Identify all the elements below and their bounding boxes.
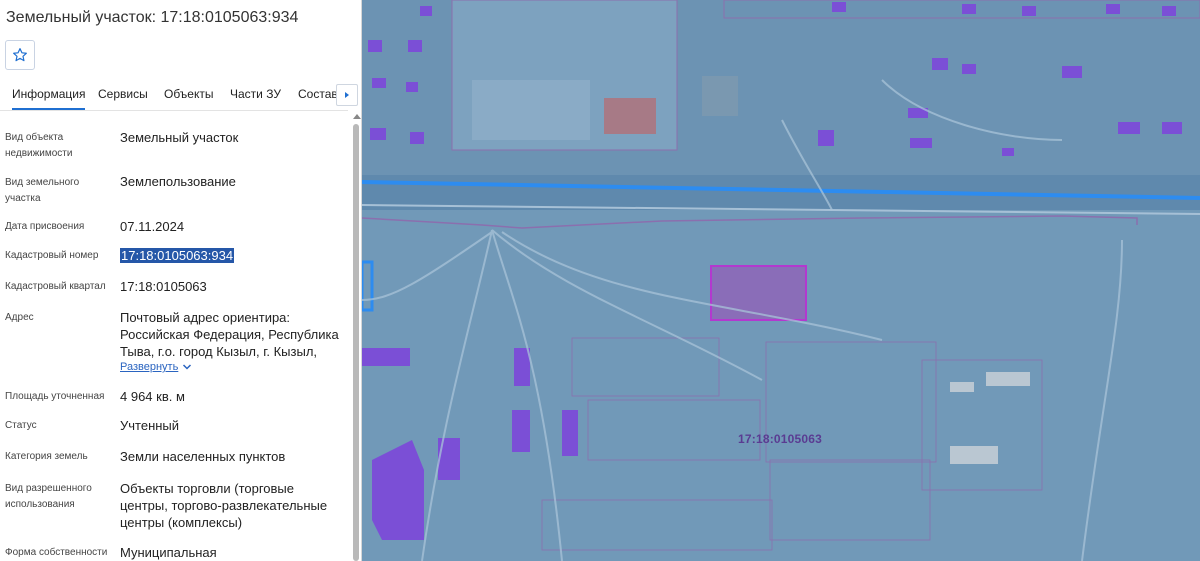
- label-land-category: Категория земель: [5, 451, 88, 462]
- tab-services[interactable]: Сервисы: [98, 87, 148, 101]
- value-cadastral-quarter[interactable]: 17:18:0105063: [120, 278, 345, 295]
- label-object-type: Вид объекта недвижимости: [5, 132, 73, 159]
- tab-information[interactable]: Информация: [12, 87, 86, 110]
- label-land-type: Вид земельного участка: [5, 177, 80, 204]
- label-cadastral-quarter: Кадастровый квартал: [5, 281, 106, 292]
- tab-parts[interactable]: Части ЗУ: [230, 87, 281, 101]
- expand-address-link[interactable]: Развернуть: [120, 361, 178, 373]
- map-canvas[interactable]: [362, 0, 1200, 561]
- label-permitted-use: Вид разрешенного использования: [5, 483, 92, 510]
- label-status: Статус: [5, 420, 37, 431]
- tab-bar: Информация Сервисы Объекты Части ЗУ Сост…: [0, 78, 348, 111]
- label-assign-date: Дата присвоения: [5, 221, 85, 232]
- label-address: Адрес: [5, 312, 34, 323]
- selected-land-plot: [710, 265, 807, 321]
- value-permitted-use: Объекты торговли (торговые центры, торго…: [120, 481, 328, 530]
- label-ownership: Форма собственности: [5, 547, 108, 558]
- chevron-right-icon: [345, 92, 349, 98]
- info-panel: Земельный участок: 17:18:0105063:934 Инф…: [0, 0, 362, 561]
- cadastral-number-selection[interactable]: 17:18:0105063:934: [120, 248, 235, 263]
- value-ownership: Муниципальная: [120, 545, 217, 560]
- label-cadastral-number: Кадастровый номер: [5, 250, 99, 261]
- compound-yard: [472, 80, 590, 140]
- page-title: Земельный участок: 17:18:0105063:934: [6, 9, 299, 26]
- star-icon: [13, 48, 27, 62]
- value-land-category: Земли населенных пунктов: [120, 449, 286, 464]
- value-land-type: Землепользование: [120, 174, 236, 189]
- warehouse-building: [950, 382, 974, 392]
- scrollbar-thumb[interactable]: [353, 124, 359, 561]
- value-area: 4 964 кв. м: [120, 389, 185, 404]
- warehouse-building-2: [986, 372, 1030, 386]
- favorite-button[interactable]: [5, 40, 35, 70]
- tab-composition[interactable]: Состав: [298, 87, 338, 101]
- warehouse-building-3: [950, 446, 998, 464]
- value-assign-date: 07.11.2024: [120, 219, 185, 234]
- scroll-up-arrow[interactable]: [353, 114, 361, 119]
- tabs-next-button[interactable]: [336, 84, 358, 106]
- value-address: Почтовый адрес ориентира: Российская Фед…: [120, 310, 339, 359]
- quarter-label: 17:18:0105063: [738, 432, 823, 446]
- quarter-area: [362, 210, 1200, 561]
- label-area: Площадь уточненная: [5, 391, 105, 402]
- small-building: [702, 76, 738, 116]
- value-object-type: Земельный участок: [120, 130, 239, 145]
- compound-building: [604, 98, 656, 134]
- tab-objects[interactable]: Объекты: [164, 87, 214, 101]
- value-status: Учтенный: [120, 418, 180, 433]
- map-view[interactable]: 17:18:0105063: [362, 0, 1200, 561]
- chevron-down-icon[interactable]: [182, 362, 192, 372]
- value-cadastral-number[interactable]: 17:18:0105063:934: [120, 247, 345, 264]
